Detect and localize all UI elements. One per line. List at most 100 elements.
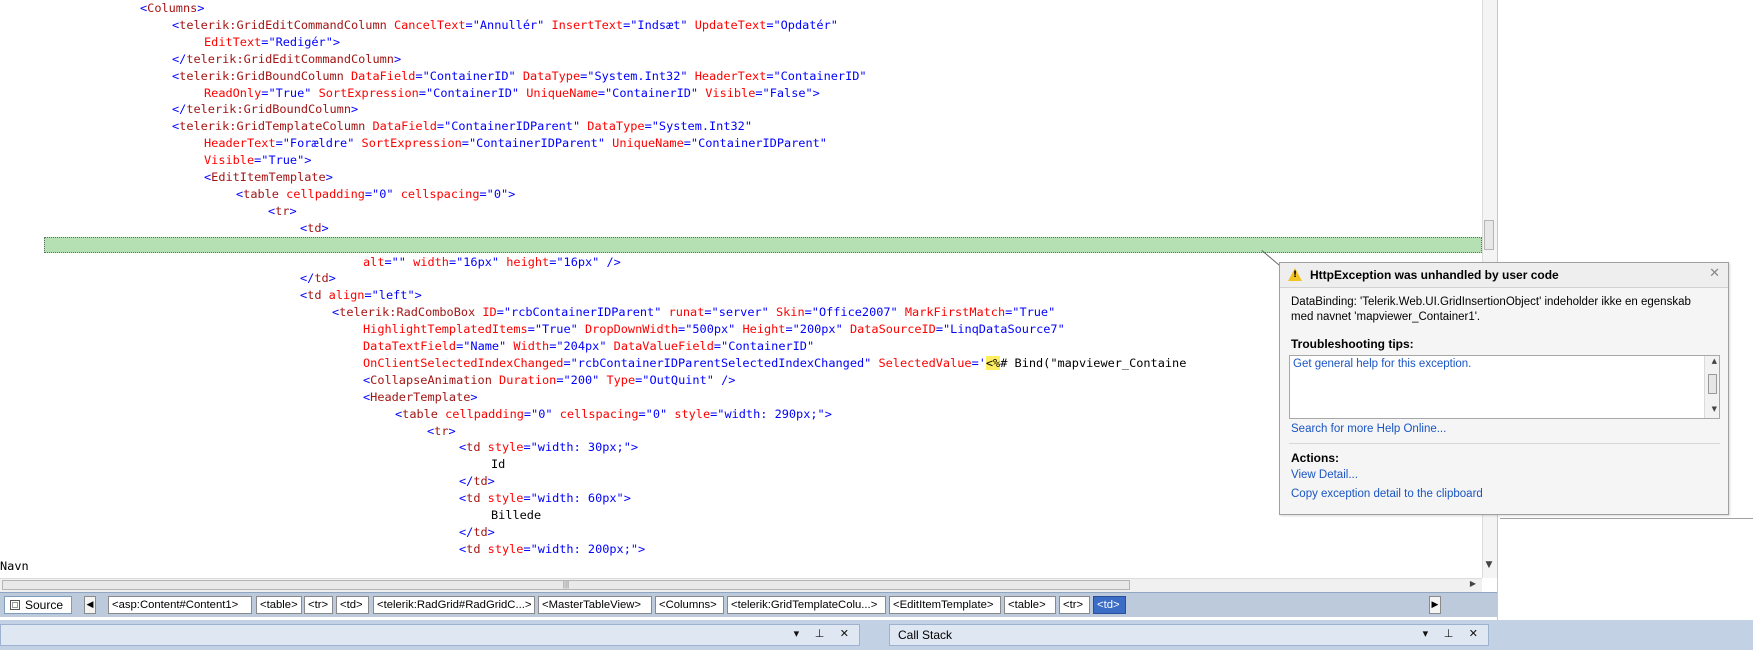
code-line[interactable]: <telerik:GridBoundColumn DataField="Cont… (172, 68, 867, 85)
actions-label: Actions: (1291, 451, 1339, 465)
code-token: InsertText (551, 17, 624, 32)
breadcrumb-item[interactable]: <tr> (304, 596, 333, 614)
view-detail-link[interactable]: View Detail... (1291, 469, 1358, 481)
code-line[interactable]: </td> (459, 473, 495, 490)
breadcrumb-item[interactable]: <td> (1093, 596, 1126, 614)
code-token: =" (254, 153, 269, 168)
code-token: System.Int32 (594, 68, 681, 83)
code-line[interactable]: <table cellpadding="0" cellspacing="0" s… (395, 406, 832, 423)
code-token: 204px (563, 339, 600, 353)
code-token: cellspacing (559, 406, 639, 421)
source-view-tab[interactable]: Source (4, 596, 72, 614)
vertical-scroll-thumb[interactable] (1484, 220, 1494, 250)
breadcrumb-item[interactable]: <table> (256, 596, 302, 614)
breadcrumb-item[interactable]: <MasterTableView> (538, 596, 652, 614)
code-token: DataSourceID (849, 322, 936, 337)
code-line[interactable]: <td style="width: 200px;"> (459, 541, 645, 558)
code-editor[interactable]: <Columns> <telerik:GridEditCommandColumn … (0, 0, 1482, 578)
bottom-left-tool-window[interactable]: ▾ ⊥ ✕ (0, 624, 860, 646)
tips-scroll-thumb[interactable] (1708, 374, 1717, 394)
tips-scroll-up-icon[interactable]: ▲ (1712, 357, 1717, 365)
code-token: SortExpression (318, 85, 419, 100)
code-line[interactable]: <EditItemTemplate> (204, 169, 333, 186)
code-token: width (413, 254, 449, 269)
scroll-down-arrow-icon[interactable]: ▼ (1483, 560, 1495, 574)
code-line[interactable]: OnClientSelectedIndexChanged="rcbContain… (363, 355, 1186, 372)
code-line[interactable]: </telerik:GridEditCommandColumn> (172, 51, 401, 68)
code-line[interactable]: <CollapseAnimation Duration="200" Type="… (363, 372, 735, 389)
code-token: telerik:GridBoundColumn (179, 68, 344, 83)
breadcrumb-item[interactable]: <Columns> (655, 596, 724, 614)
code-line[interactable]: DataTextField="Name" Width="204px" DataV… (363, 338, 814, 355)
code-line[interactable]: <telerik:GridTemplateColumn DataField="C… (172, 118, 752, 135)
code-token: style (487, 440, 524, 455)
code-line[interactable]: <telerik:GridEditCommandColumn CancelTex… (172, 17, 838, 34)
code-line[interactable]: <Columns> (140, 0, 204, 17)
breadcrumb-item[interactable]: <telerik:RadGrid#RadGridC...> (373, 596, 535, 614)
breadcrumb-item[interactable]: <EditItemTemplate> (889, 596, 1001, 614)
breadcrumb-scroll-right-icon[interactable]: ▶ (1429, 596, 1441, 614)
code-line[interactable]: <table cellpadding="0" cellspacing="0"> (236, 186, 515, 203)
code-line[interactable]: <td align="left"> (300, 287, 422, 304)
copy-exception-link[interactable]: Copy exception detail to the clipboard (1291, 488, 1483, 500)
code-line[interactable]: Billede (491, 507, 541, 524)
call-stack-window[interactable]: Call Stack ▾ ⊥ ✕ (889, 624, 1489, 646)
code-line[interactable]: <tr> (427, 423, 456, 440)
troubleshooting-tips-list[interactable]: Get general help for this exception. ▲ ▼ (1289, 355, 1720, 419)
breadcrumb-scroll-left-icon[interactable]: ◀ (84, 596, 96, 614)
scroll-right-arrow-icon[interactable]: ▶ (1467, 579, 1479, 591)
code-token: " (491, 254, 500, 269)
code-token: 500px (692, 322, 729, 337)
code-line[interactable]: ReadOnly="True" SortExpression="Containe… (204, 85, 820, 102)
close-icon[interactable]: ✕ (1709, 266, 1720, 281)
breadcrumb-item[interactable]: <tr> (1059, 596, 1090, 614)
code-line[interactable]: alt="" width="16px" height="16px" /> (363, 254, 621, 271)
tips-scroll-down-icon[interactable]: ▼ (1712, 405, 1717, 413)
code-line[interactable]: <HeaderTemplate> (363, 389, 478, 406)
general-help-link[interactable]: Get general help for this exception. (1293, 358, 1471, 370)
code-token: OutQuint (649, 372, 707, 387)
code-token: > (328, 271, 336, 286)
tool-window-buttons[interactable]: ▾ ⊥ ✕ (794, 627, 855, 640)
code-line[interactable]: </td> (300, 270, 336, 287)
code-line[interactable]: </td> (459, 524, 495, 541)
horizontal-scroll-thumb[interactable]: ||| (2, 580, 1130, 590)
code-token: DataType (522, 68, 581, 83)
code-token: "> (407, 288, 422, 303)
search-help-online-link[interactable]: Search for more Help Online... (1291, 423, 1446, 435)
code-token: </ (172, 51, 187, 66)
breadcrumb-item[interactable]: <td> (336, 596, 369, 614)
code-line[interactable]: <td style="width: 30px;"> (459, 439, 638, 456)
code-token: "> (623, 440, 639, 455)
breadcrumb-item[interactable]: <telerik:GridTemplateColu...> (727, 596, 886, 614)
code-line[interactable]: EditText="Redigér"> (204, 34, 340, 51)
breadcrumb-item[interactable]: <asp:Content#Content1> (108, 596, 252, 614)
call-stack-buttons[interactable]: ▾ ⊥ ✕ (1423, 627, 1484, 640)
code-token: True (275, 85, 305, 100)
code-line[interactable]: HighlightTemplatedItems="True" DropDownW… (363, 321, 1065, 338)
code-token: Forældre (289, 136, 348, 151)
code-line[interactable]: HeaderText="Forældre" SortExpression="Co… (204, 135, 827, 152)
breadcrumb-item[interactable]: <table> (1004, 596, 1056, 614)
code-line[interactable]: <td> (300, 220, 329, 237)
code-token: telerik:RadComboBox (339, 305, 476, 320)
code-token: cellpadding (445, 406, 524, 421)
code-token: ID (482, 305, 497, 320)
code-line[interactable]: <tr> (268, 203, 297, 220)
code-line[interactable]: </telerik:GridBoundColumn> (172, 101, 358, 118)
code-line[interactable]: Visible="True"> (204, 152, 311, 169)
code-line[interactable]: Id (491, 456, 505, 473)
code-token: ="" (384, 254, 406, 269)
code-line[interactable]: Navn (0, 558, 29, 575)
code-line[interactable]: <telerik:RadComboBox ID="rcbContainerIDP… (332, 304, 1055, 321)
code-token: td (314, 271, 329, 286)
code-token: "> (297, 153, 312, 168)
warning-glyph: ! (1293, 270, 1298, 280)
code-token: =" (755, 85, 770, 100)
code-token: True (268, 153, 298, 168)
code-line[interactable]: <td style="width: 60px"> (459, 490, 631, 507)
code-token: " (511, 85, 520, 100)
